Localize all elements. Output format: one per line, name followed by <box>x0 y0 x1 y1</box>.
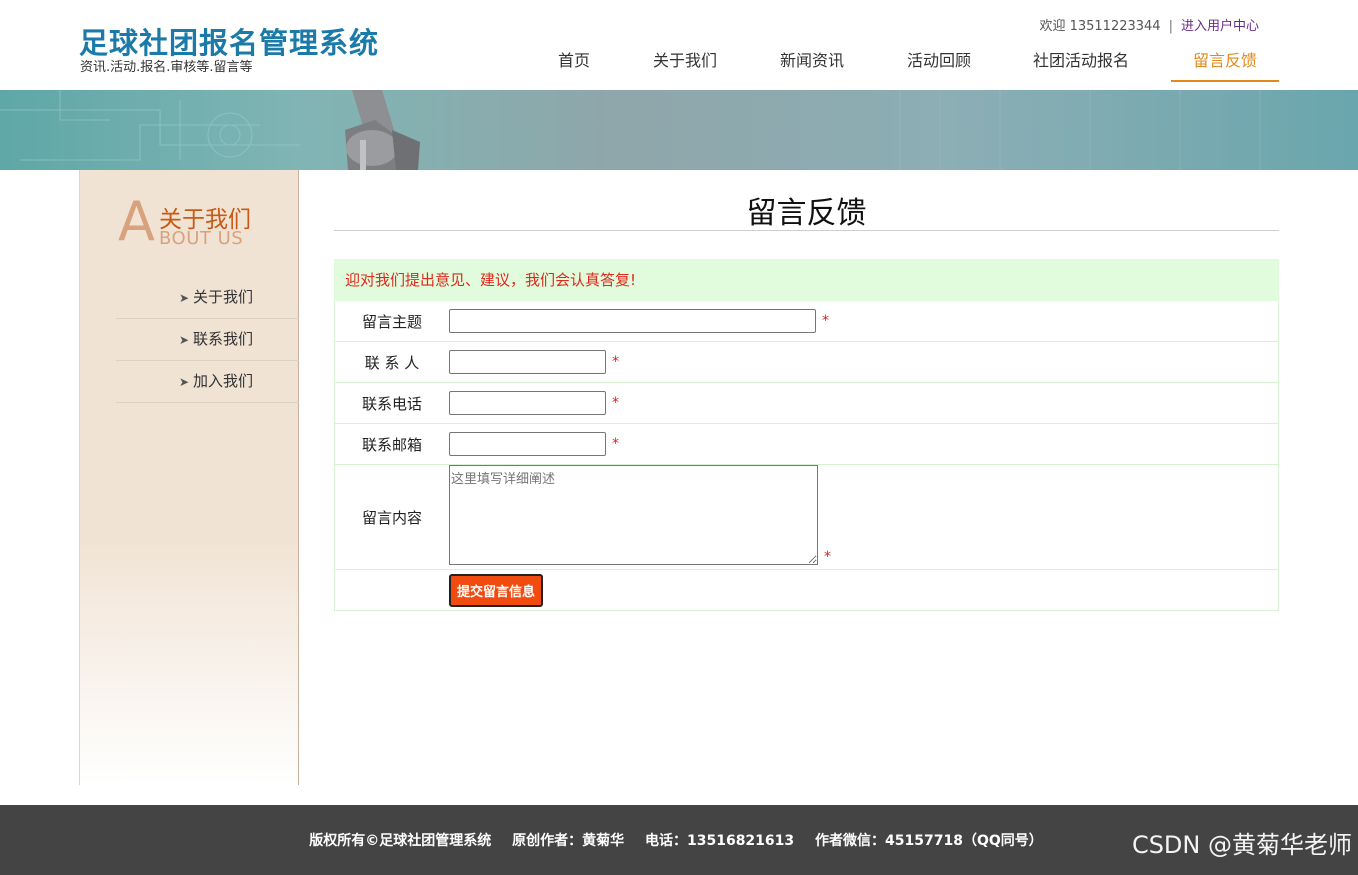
content-label: 留言内容 <box>361 508 422 527</box>
required-mark: * <box>612 435 619 452</box>
footer-wechat: 作者微信：45157718（QQ同号） <box>815 833 1043 849</box>
content-textarea[interactable] <box>449 465 818 565</box>
form-row-subject: 留言主题 * <box>335 301 1278 342</box>
user-bar: 欢迎 13511223344 | 进入用户中心 <box>1039 15 1259 34</box>
required-mark: * <box>824 549 831 565</box>
csdn-watermark: CSDN @黄菊华老师 <box>1131 831 1352 859</box>
contact-input[interactable] <box>449 350 606 374</box>
nav-item-about[interactable]: 关于我们 <box>641 42 729 82</box>
submit-feedback-button[interactable]: 提交留言信息 <box>449 574 544 607</box>
email-input[interactable] <box>449 432 606 456</box>
nav-item-activity-review[interactable]: 活动回顾 <box>895 42 983 82</box>
nav-item-home[interactable]: 首页 <box>544 42 604 82</box>
required-mark: * <box>612 353 619 370</box>
feedback-form: 留言主题 * 联 系 人 * 联系电话 * 联系邮箱 * 留言内容 * 提交留言… <box>334 301 1279 611</box>
chevron-right-icon: ➤ <box>179 375 190 389</box>
sidebar-item-label: 加入我们 <box>193 372 254 390</box>
email-field-wrap: * <box>449 432 619 456</box>
sidebar-menu: ➤ 关于我们 ➤ 联系我们 ➤ 加入我们 <box>116 277 299 403</box>
form-row-submit: 提交留言信息 <box>335 570 1278 610</box>
email-label: 联系邮箱 <box>361 435 422 454</box>
main-nav: 首页 关于我们 新闻资讯 活动回顾 社团活动报名 留言反馈 <box>0 42 1358 84</box>
form-row-email: 联系邮箱 * <box>335 424 1278 465</box>
contact-field-wrap: * <box>449 350 619 374</box>
subject-input[interactable] <box>449 309 816 333</box>
chevron-right-icon: ➤ <box>179 333 190 347</box>
site-header: 足球社团报名管理系统 资讯.活动.报名.审核等.留言等 欢迎 135112233… <box>0 0 1358 90</box>
subject-label: 留言主题 <box>361 312 422 331</box>
subject-field-wrap: * <box>449 309 829 333</box>
footer-phone: 电话：13516821613 <box>644 833 795 849</box>
banner-illustration <box>0 90 1261 170</box>
nav-item-feedback[interactable]: 留言反馈 <box>1171 42 1279 82</box>
sidebar-item-join[interactable]: ➤ 加入我们 <box>116 361 299 403</box>
content-field-wrap: * <box>449 465 831 565</box>
user-center-link[interactable]: 进入用户中心 <box>1181 19 1259 34</box>
banner-image <box>0 90 1358 170</box>
sidebar-item-about[interactable]: ➤ 关于我们 <box>116 277 299 319</box>
footer-copyright: 版权所有©足球社团管理系统 <box>309 833 492 849</box>
user-bar-separator: | <box>1168 19 1173 34</box>
page-title: 留言反馈 <box>334 188 1279 231</box>
welcome-text: 欢迎 13511223344 <box>1039 19 1161 34</box>
sidebar-heading-en: BOUT US <box>159 228 244 249</box>
sidebar-heading-letter: A <box>118 190 155 253</box>
phone-field-wrap: * <box>449 391 619 415</box>
required-mark: * <box>822 312 829 329</box>
form-row-contact: 联 系 人 * <box>335 342 1278 383</box>
sidebar: A 关于我们 BOUT US ➤ 关于我们 ➤ 联系我们 ➤ 加入我们 <box>79 170 299 785</box>
form-row-content: 留言内容 * <box>335 465 1278 570</box>
sidebar-item-label: 关于我们 <box>193 288 254 306</box>
required-mark: * <box>612 394 619 411</box>
chevron-right-icon: ➤ <box>179 291 190 305</box>
footer-author: 原创作者：黄菊华 <box>512 833 625 849</box>
nav-item-club-signup[interactable]: 社团活动报名 <box>1020 42 1142 82</box>
submit-field-wrap: 提交留言信息 <box>449 574 544 607</box>
feedback-notice: 迎对我们提出意见、建议，我们会认真答复! <box>334 259 1279 301</box>
nav-item-news[interactable]: 新闻资讯 <box>768 42 856 82</box>
sidebar-item-contact[interactable]: ➤ 联系我们 <box>116 319 299 361</box>
phone-input[interactable] <box>449 391 606 415</box>
phone-label: 联系电话 <box>361 394 422 413</box>
form-row-phone: 联系电话 * <box>335 383 1278 424</box>
sidebar-item-label: 联系我们 <box>193 330 254 348</box>
contact-label: 联 系 人 <box>364 353 420 372</box>
